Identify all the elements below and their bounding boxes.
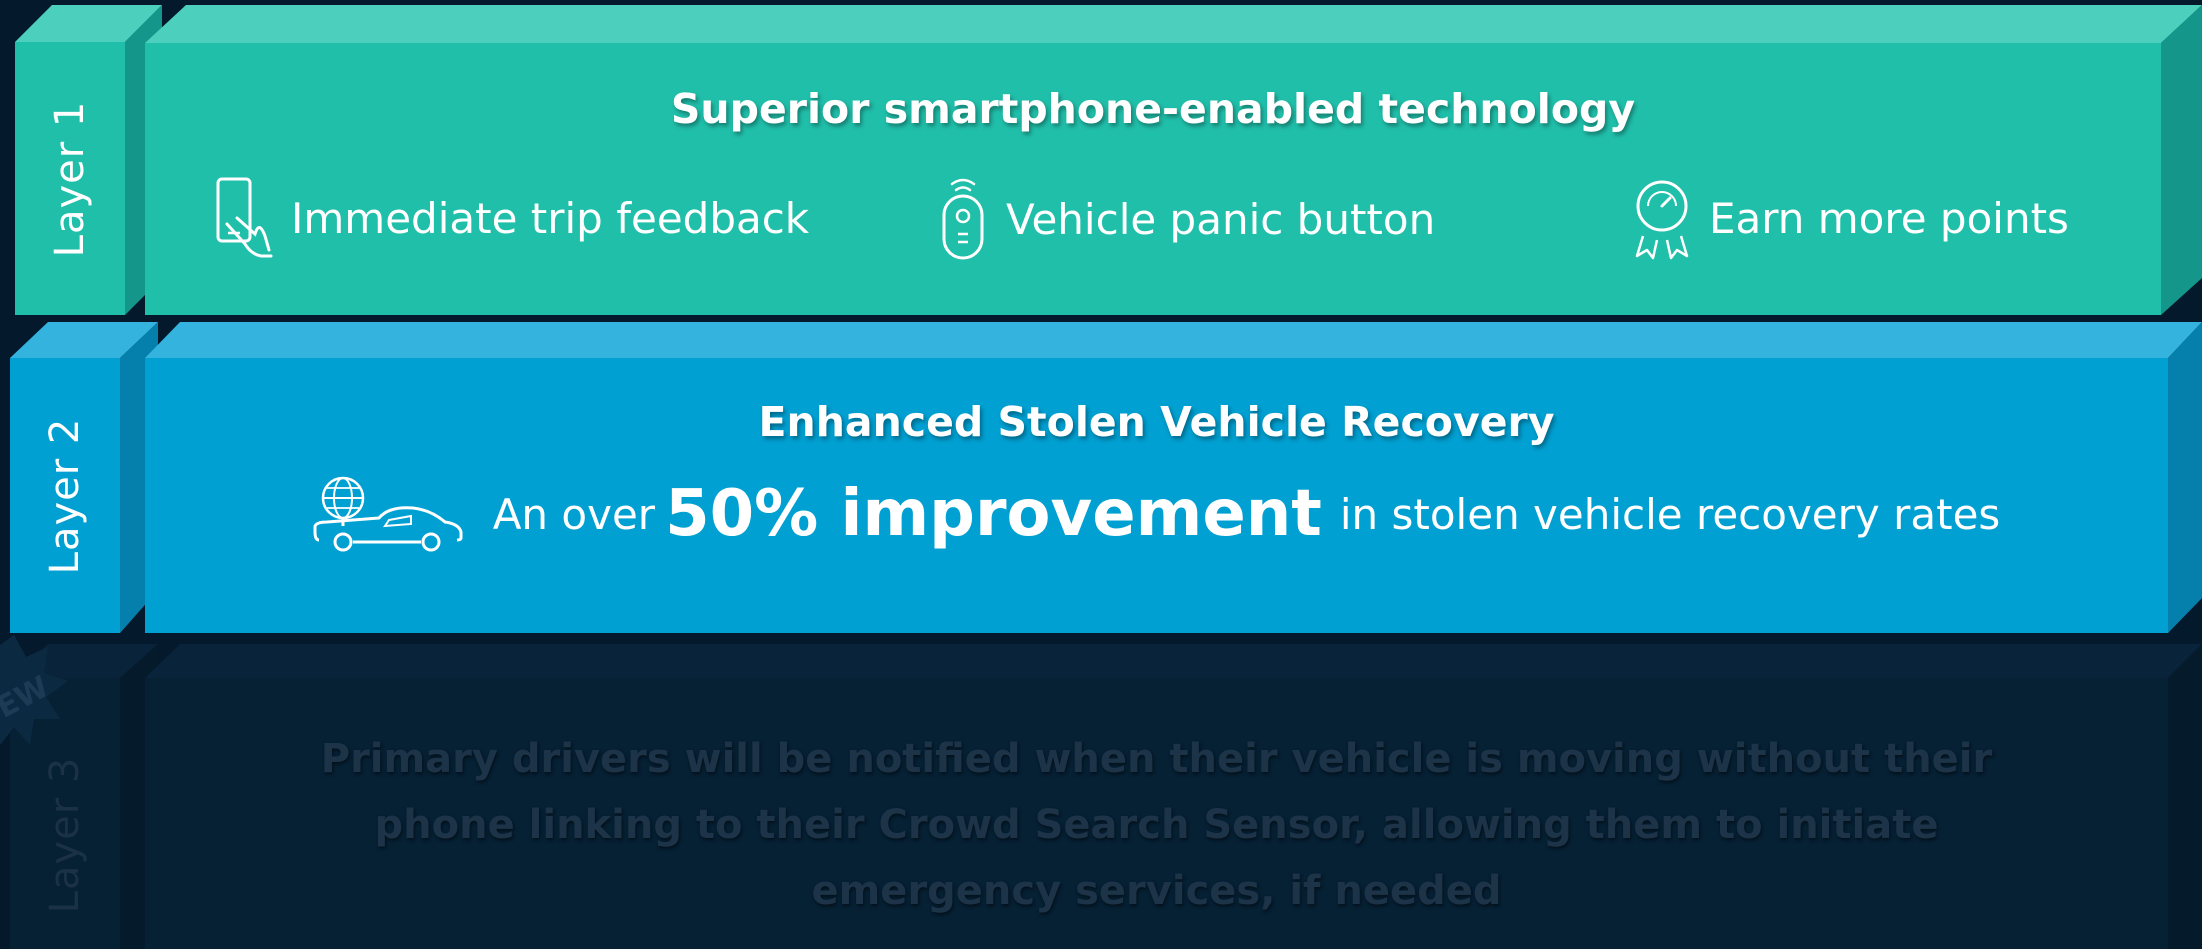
layer-1-tab: Layer 1 bbox=[15, 42, 125, 315]
feature-label: Earn more points bbox=[1709, 193, 2069, 243]
feature-label: Immediate trip feedback bbox=[291, 193, 810, 243]
layer-2-tab-label: Layer 2 bbox=[42, 417, 88, 574]
statement-highlight: 50% improvement bbox=[665, 477, 1322, 551]
layer-2-title: Enhanced Stolen Vehicle Recovery bbox=[758, 398, 1555, 446]
feature-immediate-trip-feedback: Immediate trip feedback bbox=[215, 176, 809, 260]
feature-vehicle-panic-button: Vehicle panic button bbox=[938, 176, 1435, 262]
feature-earn-more-points: Earn more points bbox=[1633, 176, 2069, 260]
tracked-car-icon bbox=[313, 476, 463, 552]
panic-remote-icon bbox=[942, 178, 984, 260]
layer-3-tab-label: Layer 3 bbox=[42, 756, 88, 914]
layer-2-tab: Layer 2 bbox=[10, 358, 120, 633]
layer-1-panel: Superior smartphone-enabled technology I… bbox=[145, 43, 2161, 315]
layer-1-title: Superior smartphone-enabled technology bbox=[670, 85, 1636, 133]
statement-suffix: in stolen vehicle recovery rates bbox=[1339, 489, 2001, 539]
layer-2-panel: Enhanced Stolen Vehicle Recovery An over… bbox=[145, 358, 2168, 633]
layer-3-panel: Primary drivers will be notified when th… bbox=[145, 678, 2168, 949]
layer-3-tab: Layer 3 bbox=[10, 678, 120, 949]
feature-label: Vehicle panic button bbox=[1006, 194, 1436, 244]
award-gauge-icon bbox=[1635, 180, 1689, 260]
layer-3-description: Primary drivers will be notified when th… bbox=[320, 736, 1993, 914]
layer-1-tab-label: Layer 1 bbox=[47, 100, 93, 257]
smartphone-hand-icon bbox=[216, 177, 273, 258]
statement-prefix: An over bbox=[492, 489, 656, 539]
layer-2-statement: An over 50% improvement in stolen vehicl… bbox=[145, 476, 2168, 552]
